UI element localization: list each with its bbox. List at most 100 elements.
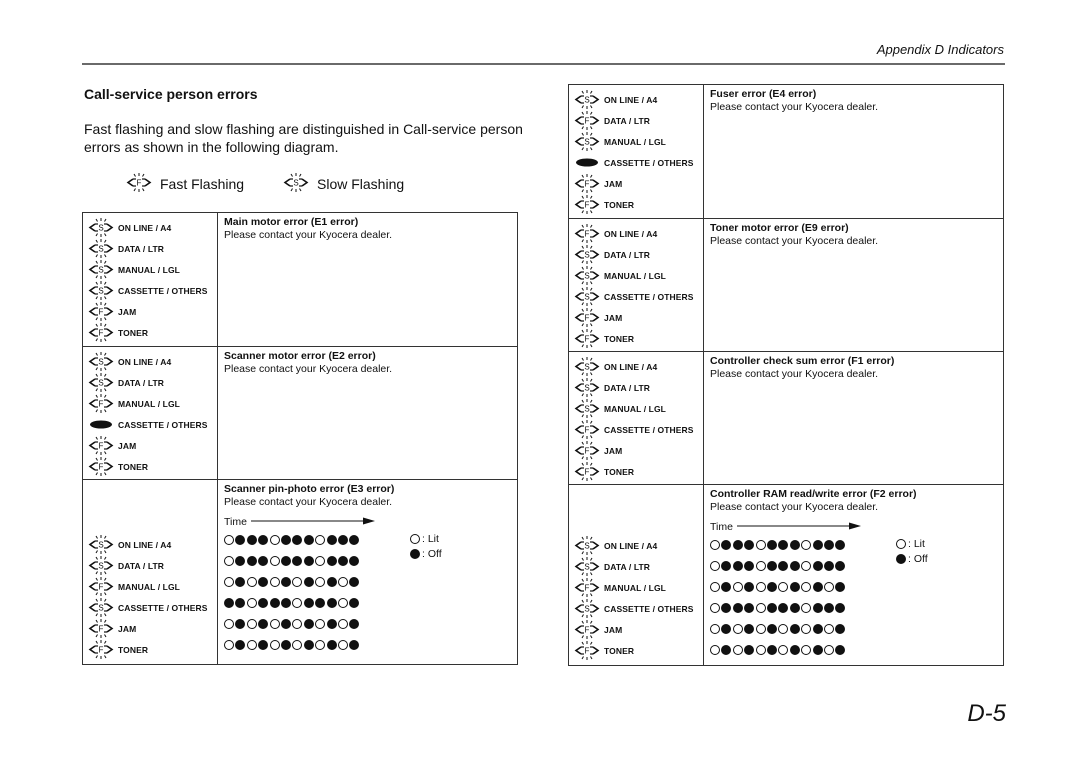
dot-off: [280, 555, 291, 566]
legend-slow-label: Slow Flashing: [317, 176, 405, 192]
timing-row: [224, 634, 511, 655]
svg-text:F: F: [585, 468, 590, 477]
lamp-indicator: F TONER: [574, 461, 703, 482]
timing-row: [710, 576, 997, 597]
dot-off: [812, 560, 823, 571]
dot-off: [349, 639, 360, 650]
dot-off: [326, 618, 337, 629]
dot-off: [721, 539, 732, 550]
dot-off: [766, 623, 777, 634]
steady-on-icon: [574, 152, 602, 173]
fast-flash-icon: F: [88, 618, 116, 639]
lamp-indicator: F CASSETTE / OTHERS: [574, 419, 703, 440]
dot-off: [303, 639, 314, 650]
svg-text:F: F: [99, 625, 104, 634]
lamp-indicator: CASSETTE / OTHERS: [88, 414, 217, 435]
dot-off: [823, 602, 834, 613]
legend-slow-flashing: S Slow Flashing: [283, 172, 404, 196]
lamp-indicator: S CASSETTE / OTHERS: [88, 280, 217, 301]
lamp-indicator: F TONER: [574, 194, 703, 215]
dot-lit: [224, 576, 234, 587]
dot-off: [303, 597, 314, 608]
svg-text:S: S: [584, 563, 589, 572]
dot-off: [224, 597, 234, 608]
lamp-label: DATA / LTR: [118, 377, 165, 388]
dot-off: [732, 602, 743, 613]
dot-off: [835, 581, 846, 592]
error-table-left: S ON LINE / A4 S DATA / LTR S MANUAL / LGL S CA…: [82, 212, 518, 665]
lamp-label: TONER: [118, 461, 149, 472]
dot-off: [812, 539, 823, 550]
dot-off: [812, 602, 823, 613]
lamp-indicator: S MANUAL / LGL: [88, 259, 217, 280]
dot-lit: [246, 639, 257, 650]
lamp-label: JAM: [604, 624, 623, 635]
slow-flash-icon: S: [88, 238, 116, 259]
lamp-label: MANUAL / LGL: [604, 270, 666, 281]
dot-off: [315, 597, 326, 608]
error-title: Controller RAM read/write error (F2 erro…: [710, 488, 917, 500]
time-label: Time: [710, 521, 733, 533]
dot-off: [326, 534, 337, 545]
lamp-label: DATA / LTR: [604, 249, 651, 260]
timing-row: [224, 613, 511, 634]
lamp-indicator: F ON LINE / A4: [574, 223, 703, 244]
error-instruction: Please contact your Kyocera dealer.: [224, 229, 393, 241]
lamp-indicator: S MANUAL / LGL: [574, 265, 703, 286]
dot-off: [789, 602, 800, 613]
svg-text:F: F: [99, 463, 104, 472]
fast-flash-icon: F: [574, 577, 602, 598]
slow-flash-icon: S: [574, 356, 602, 377]
slow-flash-icon: S: [88, 597, 116, 618]
dot-off: [812, 623, 823, 634]
svg-text:F: F: [585, 626, 590, 635]
fast-flash-icon: F: [574, 110, 602, 131]
slow-flash-icon: S: [574, 398, 602, 419]
dot-lit: [710, 644, 720, 655]
dot-lit: [292, 576, 303, 587]
lamp-indicator: S DATA / LTR: [88, 238, 217, 259]
dot-lit: [755, 644, 766, 655]
timing-row: [710, 597, 997, 618]
svg-text:S: S: [584, 96, 589, 105]
dot-lit: [823, 623, 834, 634]
svg-text:F: F: [585, 447, 590, 456]
svg-text:S: S: [98, 358, 103, 367]
dot-off: [789, 623, 800, 634]
lamp-indicator: F JAM: [88, 301, 217, 322]
error-description: Toner motor error (E9 error) Please conta…: [704, 219, 1003, 351]
dot-off: [812, 581, 823, 592]
dot-off: [258, 597, 269, 608]
dot-off: [766, 581, 777, 592]
running-header: Appendix D Indicators: [876, 42, 1004, 57]
lamp-indicator: F JAM: [574, 440, 703, 461]
error-instruction: Please contact your Kyocera dealer.: [224, 496, 393, 508]
svg-text:S: S: [98, 224, 103, 233]
fast-flash-icon: F: [574, 328, 602, 349]
dot-lit: [315, 555, 326, 566]
fast-flash-icon: F: [574, 461, 602, 482]
error-title: Toner motor error (E9 error): [710, 222, 849, 234]
dot-off: [280, 534, 291, 545]
dot-off: [258, 639, 269, 650]
dot-off: [744, 623, 755, 634]
dot-off: [744, 644, 755, 655]
dot-lit: [315, 534, 326, 545]
dot-off: [280, 618, 291, 629]
dot-legend-label: : Lit: [422, 532, 439, 545]
dot-off: [744, 602, 755, 613]
dot-off: [292, 555, 303, 566]
lamp-column: S ON LINE / A4 S DATA / LTR F MANUAL / LGL S CA…: [83, 480, 218, 664]
lamp-indicator: F TONER: [574, 640, 703, 661]
lamp-indicator: S ON LINE / A4: [88, 217, 217, 238]
svg-text:S: S: [584, 384, 589, 393]
svg-text:F: F: [99, 329, 104, 338]
lamp-label: TONER: [604, 199, 635, 210]
lamp-column: S ON LINE / A4 S DATA / LTR S MANUAL / LGL S CA…: [83, 213, 218, 346]
lamp-label: TONER: [604, 333, 635, 344]
error-row: F ON LINE / A4 S DATA / LTR S MANUAL / LGL S CA…: [569, 219, 1003, 352]
lamp-column: S ON LINE / A4 S DATA / LTR F MANUAL / LGL S CA…: [569, 485, 704, 665]
error-row: S ON LINE / A4 S DATA / LTR S MANUAL / LGL F CA…: [569, 352, 1003, 485]
slow-flash-icon: S: [88, 259, 116, 280]
lamp-label: MANUAL / LGL: [118, 264, 180, 275]
